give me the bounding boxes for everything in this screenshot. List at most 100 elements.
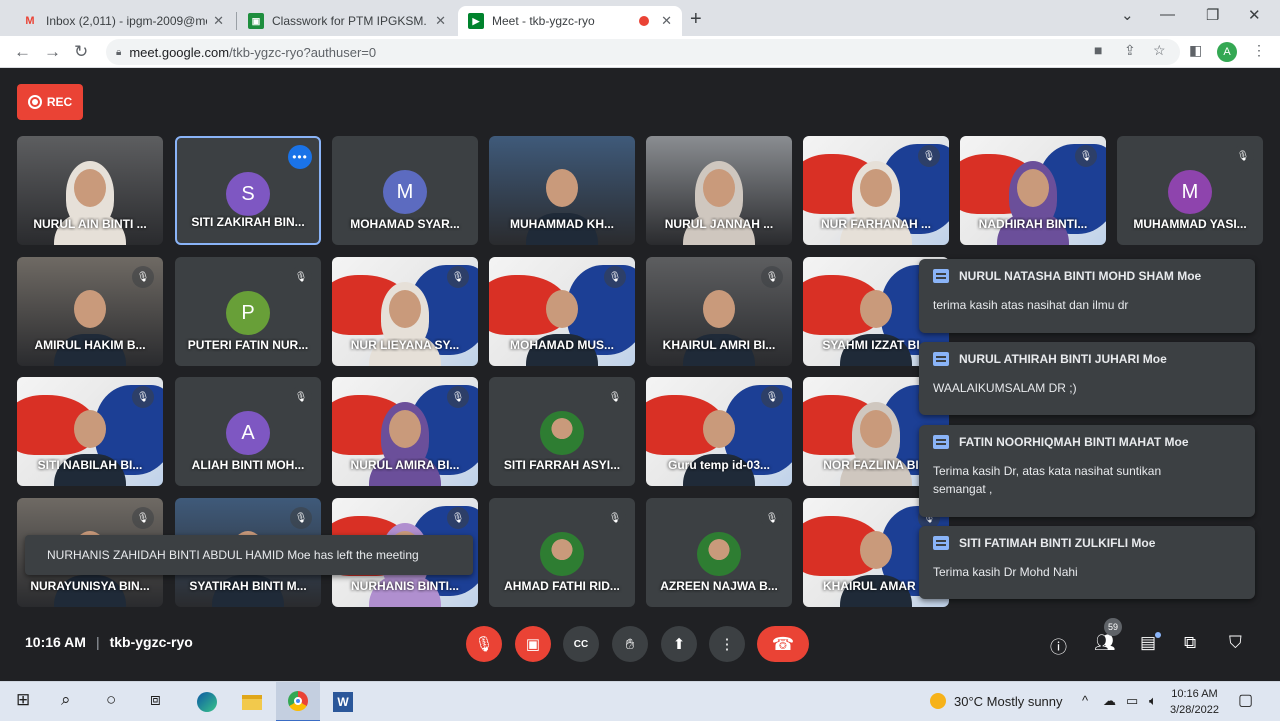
notifications-icon[interactable]: ▢: [1238, 690, 1253, 710]
restore-button[interactable]: ❐: [1206, 6, 1219, 24]
camera-in-use-icon[interactable]: ■: [1094, 42, 1102, 58]
chat-message[interactable]: NURUL NATASHA BINTI MOHD SHAM Moe terima…: [919, 259, 1255, 333]
profile-avatar[interactable]: A: [1217, 42, 1237, 62]
search-icon[interactable]: ⌕: [61, 690, 71, 710]
mic-muted-icon: 🎙︎: [604, 507, 626, 529]
chat-icon[interactable]: ▤: [1140, 633, 1156, 653]
participant-tile[interactable]: 🎙︎ AHMAD FATHI RID...: [489, 498, 635, 607]
kebab-menu-icon[interactable]: ⋮: [1252, 42, 1266, 59]
leave-call-button[interactable]: ☎︎: [757, 626, 809, 662]
participant-tile[interactable]: 🎙︎ NUR LIEYANA SY...: [332, 257, 478, 366]
raise-hand-button[interactable]: ✋︎: [612, 626, 648, 662]
chat-bubble-icon: [933, 352, 949, 366]
chat-text: terima kasih atas nasihat dan ilmu dr: [933, 298, 1129, 312]
participant-tile[interactable]: NURUL JANNAH ...: [646, 136, 792, 245]
weather-widget[interactable]: 30°C Mostly sunny: [930, 693, 1063, 709]
reload-button[interactable]: ↻: [74, 42, 88, 62]
minimize-button[interactable]: —: [1160, 6, 1175, 23]
sun-icon: [930, 693, 946, 709]
participant-tile[interactable]: 🎙︎ NURUL AMIRA BI...: [332, 377, 478, 486]
chat-sender: FATIN NOORHIQMAH BINTI MAHAT Moe: [959, 435, 1189, 449]
participant-video: [365, 396, 445, 486]
network-icon[interactable]: ☁: [1103, 693, 1116, 709]
participant-tile[interactable]: 🎙︎ KHAIRUL AMRI BI...: [646, 257, 792, 366]
battery-icon[interactable]: ▭: [1126, 693, 1138, 709]
participant-tile[interactable]: P 🎙︎ PUTERI FATIN NUR...: [175, 257, 321, 366]
tab-gmail[interactable]: M Inbox (2,011) - ipgm-2009@moe ✕: [12, 6, 234, 36]
activities-icon[interactable]: ⧉: [1184, 633, 1196, 653]
mic-muted-icon: 🎙︎: [918, 145, 940, 167]
present-button[interactable]: ⬆: [661, 626, 697, 662]
meeting-info-icon[interactable]: ⓘ: [1050, 633, 1067, 658]
participant-name: AZREEN NAJWA B...: [660, 579, 778, 593]
participant-tile[interactable]: 🎙︎ NADHIRAH BINTI...: [960, 136, 1106, 245]
meet-icon: ▶: [468, 13, 484, 29]
close-icon[interactable]: ✕: [213, 13, 224, 29]
participant-name: ALIAH BINTI MOH...: [191, 458, 305, 472]
tab-meet[interactable]: ▶ Meet - tkb-ygzc-ryo ✕: [458, 6, 682, 36]
browser-toolbar: ← → ↻ 🔒︎ meet.google.com/tkb-ygzc-ryo?au…: [0, 36, 1280, 68]
file-explorer-app[interactable]: [230, 682, 274, 721]
word-app[interactable]: W: [321, 682, 365, 721]
tab-classroom[interactable]: ▣ Classwork for PTM IPGKSM. JPNJ ✕: [238, 6, 456, 36]
participant-tile[interactable]: 🎙︎ Guru temp id-03...: [646, 377, 792, 486]
tab-title: Inbox (2,011) - ipgm-2009@moe: [46, 14, 208, 28]
share-icon[interactable]: ⇪: [1124, 42, 1136, 59]
tab-search-icon[interactable]: ⌄: [1121, 6, 1134, 24]
back-button[interactable]: ←: [14, 42, 31, 62]
participant-tile[interactable]: A 🎙︎ ALIAH BINTI MOH...: [175, 377, 321, 486]
mic-muted-icon: 🎙︎: [1075, 145, 1097, 167]
new-tab-button[interactable]: +: [690, 8, 702, 31]
participant-tile[interactable]: NURUL AIN BINTI ...: [17, 136, 163, 245]
participant-tile[interactable]: 🎙︎ AZREEN NAJWA B...: [646, 498, 792, 607]
meeting-code[interactable]: tkb-ygzc-ryo: [110, 634, 193, 650]
windows-start-icon[interactable]: ⊞: [16, 690, 30, 710]
participant-tile[interactable]: 🎙︎ SITI NABILAH BI...: [17, 377, 163, 486]
task-view-icon[interactable]: ⧈: [150, 690, 161, 710]
participant-name: NURUL JANNAH ...: [664, 217, 774, 231]
close-icon[interactable]: ✕: [661, 13, 672, 29]
participant-tile[interactable]: 🎙︎ SITI FARRAH ASYI...: [489, 377, 635, 486]
participant-tile[interactable]: 🎙︎ NUR FARHANAH ...: [803, 136, 949, 245]
participant-tile[interactable]: M MOHAMAD SYAR...: [332, 136, 478, 245]
side-panel-icon[interactable]: ◧: [1189, 42, 1202, 59]
participant-tile[interactable]: 🎙︎ MOHAMAD MUS...: [489, 257, 635, 366]
mic-off-button[interactable]: 🎙︎: [466, 626, 502, 662]
close-window-button[interactable]: ✕: [1248, 6, 1261, 24]
volume-icon[interactable]: 🔈︎: [1149, 693, 1157, 709]
forward-button[interactable]: →: [44, 42, 61, 62]
participant-name: NUR LIEYANA SY...: [350, 338, 460, 352]
taskbar-clock[interactable]: 10:16 AM 3/28/2022: [1170, 686, 1219, 718]
clock-time: 10:16 AM: [1171, 688, 1218, 700]
captions-button[interactable]: CC: [563, 626, 599, 662]
people-icon[interactable]: 👥︎: [1094, 633, 1116, 653]
hand-icon: ✋︎: [625, 635, 635, 653]
participant-tile[interactable]: MUHAMMAD KH...: [489, 136, 635, 245]
participant-video: [836, 396, 916, 486]
chat-unread-dot: [1155, 632, 1161, 638]
bookmark-star-icon[interactable]: ☆: [1153, 42, 1166, 59]
chat-message[interactable]: NURUL ATHIRAH BINTI JUHARI Moe WAALAIKUM…: [919, 342, 1255, 415]
host-controls-icon[interactable]: ⛉: [1229, 633, 1242, 653]
more-options-icon[interactable]: •••: [288, 145, 312, 169]
more-options-button[interactable]: ⋮: [709, 626, 745, 662]
edge-app[interactable]: [185, 682, 229, 721]
mic-muted-icon: 🎙︎: [1232, 145, 1254, 167]
participant-name: NURUL AIN BINTI ...: [33, 217, 147, 231]
chrome-app[interactable]: [276, 682, 320, 721]
participant-video: [50, 155, 130, 245]
address-bar[interactable]: 🔒︎ meet.google.com/tkb-ygzc-ryo?authuser…: [106, 39, 1180, 65]
avatar: M: [383, 170, 427, 214]
chat-message[interactable]: SITI FATIMAH BINTI ZULKIFLI Moe Terima k…: [919, 526, 1255, 599]
participant-tile[interactable]: 🎙︎ AMIRUL HAKIM B...: [17, 257, 163, 366]
close-icon[interactable]: ✕: [435, 13, 446, 29]
chat-message[interactable]: FATIN NOORHIQMAH BINTI MAHAT Moe Terima …: [919, 425, 1255, 517]
show-hidden-icons-icon[interactable]: ^: [1082, 693, 1088, 708]
camera-off-button[interactable]: ▣: [515, 626, 551, 662]
participant-count-badge: 59: [1104, 618, 1122, 636]
participant-name: NURHANIS BINTI...: [351, 579, 459, 593]
mic-muted-icon: 🎙︎: [761, 386, 783, 408]
cortana-icon[interactable]: ○: [106, 690, 116, 710]
participant-tile[interactable]: M 🎙︎ MUHAMMAD YASI...: [1117, 136, 1263, 245]
participant-tile[interactable]: S ••• SITI ZAKIRAH BIN...: [175, 136, 321, 245]
